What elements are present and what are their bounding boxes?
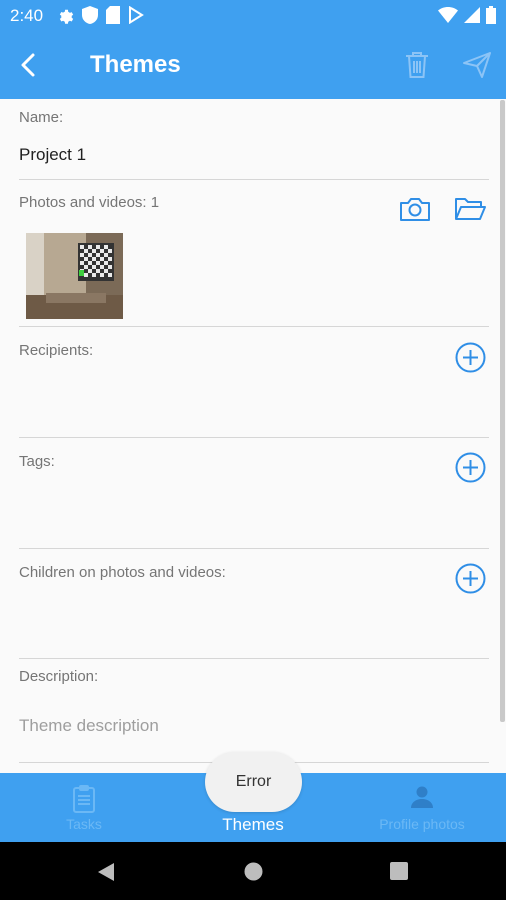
name-label: Name:	[19, 109, 64, 126]
battery-icon	[486, 6, 496, 24]
sd-card-icon	[106, 6, 120, 24]
status-bar: 2:40	[0, 0, 506, 30]
tags-label: Tags:	[19, 453, 55, 470]
description-label: Description:	[19, 668, 99, 685]
description-input[interactable]: Theme description	[19, 716, 159, 736]
send-icon[interactable]	[462, 51, 492, 79]
recipients-label: Recipients:	[19, 342, 94, 359]
nav-label: Profile photos	[379, 816, 465, 832]
divider	[19, 548, 489, 549]
play-store-icon	[128, 6, 144, 24]
add-recipient-plus-icon[interactable]	[455, 342, 486, 378]
camera-icon[interactable]	[399, 196, 431, 227]
trash-icon[interactable]	[403, 50, 431, 80]
shield-icon	[82, 6, 98, 24]
error-toast: Error	[205, 752, 302, 812]
page-title: Themes	[90, 51, 181, 78]
system-navigation-bar	[0, 842, 506, 900]
children-label: Children on photos and videos:	[19, 564, 226, 581]
settings-gear-icon	[56, 6, 74, 24]
nav-tasks[interactable]: Tasks	[0, 773, 168, 842]
clipboard-icon	[73, 785, 95, 818]
divider	[19, 437, 489, 438]
wifi-icon	[438, 6, 458, 24]
divider	[19, 179, 489, 180]
folder-open-icon[interactable]	[454, 197, 486, 226]
add-tag-plus-icon[interactable]	[455, 452, 486, 488]
name-field[interactable]: Project 1	[19, 145, 86, 165]
home-circle-icon[interactable]	[244, 862, 263, 886]
nav-label: Themes	[222, 815, 284, 834]
nav-label: Tasks	[66, 816, 102, 832]
divider	[19, 326, 489, 327]
back-arrow-icon[interactable]	[14, 50, 44, 80]
recents-square-icon[interactable]	[390, 862, 408, 885]
photo-thumbnail[interactable]	[26, 233, 123, 319]
nav-profile-photos[interactable]: Profile photos	[338, 773, 506, 842]
scrollbar[interactable]	[500, 100, 505, 722]
status-time: 2:40	[10, 6, 44, 25]
divider	[19, 658, 489, 659]
photos-label: Photos and videos: 1	[19, 194, 160, 211]
signal-icon	[464, 6, 480, 24]
person-icon	[410, 785, 434, 814]
app-bar: Themes	[0, 30, 506, 99]
add-child-plus-icon[interactable]	[455, 563, 486, 599]
back-triangle-icon[interactable]	[97, 862, 115, 887]
